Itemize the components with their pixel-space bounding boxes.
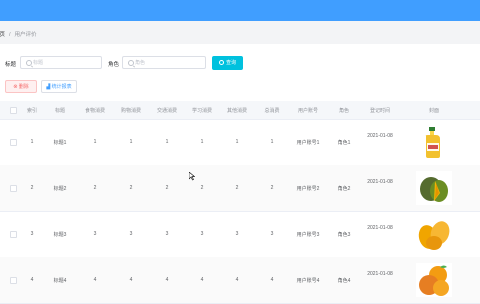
column-header-total: 总消费 xyxy=(264,108,280,114)
column-header-traffic: 交通消费 xyxy=(156,108,177,114)
role-cell: 角色1 xyxy=(337,140,351,146)
title-search-field[interactable] xyxy=(33,57,93,68)
role-cell: 角色4 xyxy=(337,278,351,284)
study-cell: 3 xyxy=(200,231,204,237)
row-checkbox[interactable] xyxy=(10,231,17,238)
account-cell: 用户账号2 xyxy=(296,186,320,192)
food-cell: 1 xyxy=(93,139,97,145)
search-icon xyxy=(218,60,224,66)
date-cell: 2021-01-08 xyxy=(367,225,393,231)
delete-button-label: 删除 xyxy=(18,84,29,90)
column-header-shopping: 购物消费 xyxy=(120,108,141,114)
role-cell: 角色2 xyxy=(337,186,351,192)
account-cell: 用户账号4 xyxy=(296,278,320,284)
search-icon xyxy=(128,60,134,66)
column-header-study: 学习消费 xyxy=(191,108,212,114)
shopping-cell: 4 xyxy=(129,277,133,283)
column-header-cover: 封面 xyxy=(428,108,439,114)
search-button-label: 查询 xyxy=(225,60,236,66)
breadcrumb-home[interactable]: 首页 xyxy=(0,32,5,38)
table-row: 2 标题2 2 2 2 2 2 2 用户账号2 角色2 2021-01-08 xyxy=(0,165,480,212)
role-search-field[interactable] xyxy=(135,57,195,68)
study-cell: 1 xyxy=(200,139,204,145)
other-cell: 2 xyxy=(235,185,239,191)
breadcrumb-current: 用户评价 xyxy=(14,32,37,38)
title-cell: 标题3 xyxy=(53,232,67,238)
role-search-input[interactable] xyxy=(122,56,206,69)
delete-button[interactable]: ⊗ 删除 xyxy=(5,80,37,93)
total-cell: 1 xyxy=(270,139,274,145)
other-cell: 4 xyxy=(235,277,239,283)
shopping-cell: 3 xyxy=(129,231,133,237)
total-cell: 2 xyxy=(270,185,274,191)
title-search-label: 标题 xyxy=(5,62,17,68)
column-header-food: 食物消费 xyxy=(84,108,105,114)
study-cell: 4 xyxy=(200,277,204,283)
role-search-label: 角色 xyxy=(108,62,120,68)
row-checkbox[interactable] xyxy=(10,277,17,284)
total-cell: 3 xyxy=(270,231,274,237)
index-cell: 4 xyxy=(30,277,34,283)
index-cell: 2 xyxy=(30,185,34,191)
date-cell: 2021-01-08 xyxy=(367,271,393,277)
date-cell: 2021-01-08 xyxy=(367,133,393,139)
shopping-cell: 1 xyxy=(129,139,133,145)
top-header-bar xyxy=(0,0,480,21)
title-cell: 标题4 xyxy=(53,278,67,284)
column-header-account: 用户账号 xyxy=(297,108,318,114)
traffic-cell: 2 xyxy=(165,185,169,191)
stats-report-button[interactable]: ▟ 统计报表 xyxy=(41,80,77,93)
table-row: 3 标题3 3 3 3 3 3 3 用户账号3 角色3 2021-01-08 xyxy=(0,211,480,258)
title-cell: 标题2 xyxy=(53,186,67,192)
other-cell: 3 xyxy=(235,231,239,237)
column-header-other: 其他消费 xyxy=(226,108,247,114)
traffic-cell: 4 xyxy=(165,277,169,283)
table-header: 索引 标题 食物消费 购物消费 交通消费 学习消费 其他消费 总消费 用户账号 … xyxy=(0,101,480,120)
column-header-index: 索引 xyxy=(26,108,37,114)
select-all-checkbox[interactable] xyxy=(10,107,17,114)
oil-bottle-image xyxy=(425,127,440,158)
breadcrumb-separator: / xyxy=(9,32,11,38)
role-cell: 角色3 xyxy=(337,232,351,238)
index-cell: 1 xyxy=(30,139,34,145)
other-cell: 1 xyxy=(235,139,239,145)
index-cell: 3 xyxy=(30,231,34,237)
search-icon xyxy=(26,60,32,66)
total-cell: 4 xyxy=(270,277,274,283)
table-row: 1 标题1 1 1 1 1 1 1 用户账号1 角色1 2021-01-08 xyxy=(0,119,480,166)
mango-yellow-image xyxy=(416,217,452,251)
food-cell: 2 xyxy=(93,185,97,191)
traffic-cell: 3 xyxy=(165,231,169,237)
food-cell: 4 xyxy=(93,277,97,283)
column-header-date: 登记时间 xyxy=(369,108,390,114)
table-row: 4 标题4 4 4 4 4 4 4 用户账号4 角色4 2021-01-08 xyxy=(0,257,480,304)
apricot-image xyxy=(416,263,452,297)
row-checkbox[interactable] xyxy=(10,185,17,192)
account-cell: 用户账号3 xyxy=(296,232,320,238)
column-header-title: 标题 xyxy=(54,108,65,114)
title-cell: 标题1 xyxy=(53,140,67,146)
title-search-input[interactable] xyxy=(20,56,102,69)
row-checkbox[interactable] xyxy=(10,139,17,146)
search-button[interactable]: 查询 xyxy=(212,56,243,70)
column-header-role: 角色 xyxy=(338,108,349,114)
mouse-cursor-icon xyxy=(189,172,195,181)
stats-button-label: 统计报表 xyxy=(51,84,72,90)
food-cell: 3 xyxy=(93,231,97,237)
shopping-cell: 2 xyxy=(129,185,133,191)
study-cell: 2 xyxy=(200,185,204,191)
date-cell: 2021-01-08 xyxy=(367,179,393,185)
mango-image xyxy=(416,171,452,205)
account-cell: 用户账号1 xyxy=(296,140,320,146)
traffic-cell: 1 xyxy=(165,139,169,145)
breadcrumb: 首页 /用户评价 xyxy=(0,30,37,38)
